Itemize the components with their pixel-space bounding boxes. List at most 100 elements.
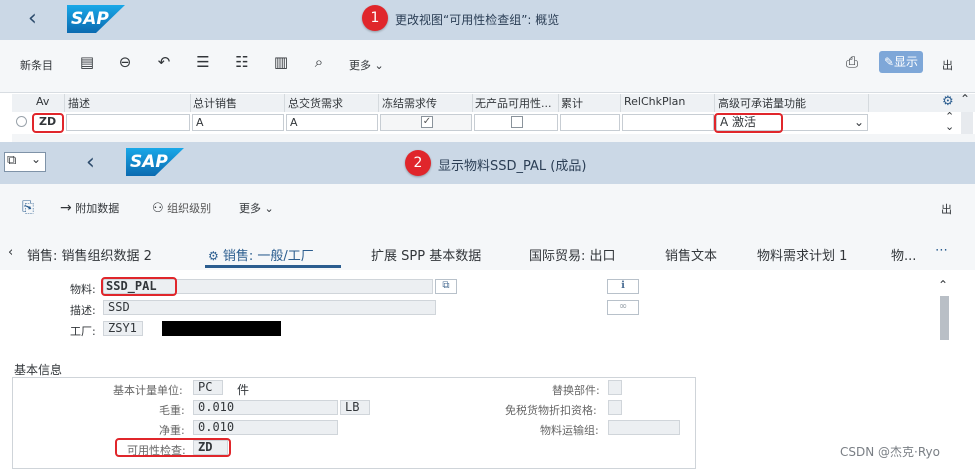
gross-weight-label: 毛重: [159,404,185,417]
more-menu-button[interactable]: 更多 ⌄ [239,200,274,216]
col-total-sales[interactable]: 总计销售 [193,95,237,111]
net-weight-field: 0.010 [193,420,338,435]
base-uom-label: 基本计量单位: [113,384,183,397]
additional-data-button[interactable]: → 附加数据 [60,200,119,216]
tab-sales-text[interactable]: 销售文本 [665,245,717,264]
highlight-aatp [714,113,783,133]
net-weight-label: 净重: [159,424,185,437]
org-levels-button[interactable]: ⚇ 组织级别 [152,200,211,216]
col-av[interactable]: Av [36,95,49,108]
vertical-scrollbar[interactable] [961,112,973,134]
col-relchkplan[interactable]: RelChkPlan [624,95,685,108]
desc-cell[interactable] [66,114,190,131]
col-cumulative[interactable]: 累计 [561,95,583,111]
copy-icon[interactable]: ▤ [77,53,97,71]
basic-info-title: 基本信息 [14,363,63,377]
pencil-icon: ✎ [883,55,895,69]
table-header: Av 描述 总计销售 总交货需求 冻结需求传 无产品可用性... 累计 RelC… [12,92,975,113]
highlight-availability-check [115,438,231,457]
exit-button[interactable]: 出 [941,201,952,217]
step-badge-2: 2 [405,150,431,176]
total-sales-cell[interactable]: A [192,114,284,131]
freight-group-field [608,420,680,435]
select-all-icon[interactable]: ☰ [193,53,213,71]
col-aatp[interactable]: 高级可承诺量功能 [718,95,806,111]
tab-mrp-1[interactable]: 物料需求计划 1 [757,245,847,264]
highlight-av [32,113,64,133]
scroll-up-icon[interactable]: ⌃ [960,92,970,106]
glasses-icon[interactable]: ∞ [607,300,639,315]
weight-unit-field: LB [340,400,370,415]
row-selector[interactable] [16,116,27,127]
freight-group-label: 物料运输组: [540,424,599,437]
no-product-checkbox[interactable] [511,116,523,128]
scroll-down-small-icon[interactable]: ⌄ [945,120,954,133]
vertical-scrollbar-thumb[interactable] [940,296,949,340]
highlight-material [101,277,177,296]
replacement-part-label: 替换部件: [552,384,600,397]
new-entries-button[interactable]: 新条目 [20,57,53,73]
description-label: 描述: [70,304,96,317]
col-desc[interactable]: 描述 [68,95,90,111]
settings-icon[interactable]: ⚙ [942,94,954,109]
tab-strip: ‹ 销售: 销售组织数据 2 ⚙ 销售: 一般/工厂 扩展 SPP 基本数据 国… [0,234,975,271]
chevron-down-icon: ⌄ [374,59,384,72]
tax-free-checkbox [608,400,622,415]
tab-extended-spp[interactable]: 扩展 SPP 基本数据 [371,245,481,264]
col-total-delivery[interactable]: 总交货需求 [288,95,343,111]
chevron-down-icon: ⌄ [264,202,274,215]
window-menu-icon: ⧉ [7,153,17,168]
more-menu-button[interactable]: 更多 ⌄ [349,57,384,73]
tab-overflow-icon[interactable]: ⋯ [935,243,948,258]
plant-label: 工厂: [70,325,96,338]
tab-foreign-trade-export[interactable]: 国际贸易: 出口 [529,245,616,264]
chevron-down-icon: ⌄ [854,115,865,129]
base-uom-field: PC [193,380,223,395]
window1-title-bar: ‹ SAP 1 更改视图“可用性检查组”: 概览 [0,0,975,40]
tab-icon: ⚙ [208,249,219,263]
tax-free-label: 免税货物折扣资格: [505,404,597,417]
display-button[interactable]: ✎显示 [879,51,923,73]
block-req-checkbox[interactable]: ✓ [421,116,433,128]
tab-prev-icon[interactable]: ‹ [8,245,13,260]
no-product-cell [474,114,558,131]
undo-icon[interactable]: ↶ [154,53,174,71]
scroll-up-icon[interactable]: ⌃ [938,278,948,292]
arrow-right-icon: → [60,200,72,216]
copy-material-icon[interactable]: ⧉ [435,279,457,294]
base-uom-text: 件 [237,383,250,397]
command-field-dropdown[interactable]: ⧉ ⌄ [4,152,46,172]
redacted-plant-name [162,321,281,336]
relchkplan-cell[interactable] [622,114,714,131]
info-icon[interactable]: ℹ [607,279,639,294]
block-select-icon[interactable]: ▥ [271,53,291,71]
col-no-product-avail[interactable]: 无产品可用性... [475,95,552,111]
chevron-down-icon: ⌄ [31,152,42,166]
switch-view-icon[interactable]: ⎘ [18,198,38,216]
back-icon[interactable]: ‹ [86,152,95,174]
step-badge-1: 1 [362,5,388,31]
watermark: CSDN @杰克·Ryo [840,445,940,459]
col-block-req[interactable]: 冻结需求传 [382,95,437,111]
total-delivery-cell[interactable]: A [286,114,378,131]
description-field: SSD [103,300,436,315]
replacement-part-checkbox [608,380,622,395]
print-icon[interactable]: ⎙ [842,53,862,71]
tab-sales-org-2[interactable]: 销售: 销售组织数据 2 [27,245,152,264]
table-row-empty [12,134,975,142]
cumulative-cell[interactable] [560,114,620,131]
tab-more[interactable]: 物... [891,245,916,264]
table-row[interactable]: ZD A A ✓ A 激活 ⌄ ⌃ ⌄ [12,110,975,135]
back-icon[interactable]: ‹ [28,8,37,30]
exit-button[interactable]: 出 [942,57,953,73]
delete-icon[interactable]: ⊖ [115,53,135,71]
tab-sales-general-plant[interactable]: ⚙ 销售: 一般/工厂 [208,245,314,264]
active-tab-indicator [205,265,341,268]
window1-toolbar: 新条目 ▤ ⊖ ↶ ☰ ☷ ▥ ⌕ 更多 ⌄ ⎙ ✎显示 出 [0,40,975,93]
window2-title: 显示物料SSD_PAL (成品) [438,159,587,174]
material-label: 物料: [70,283,96,296]
material-detail-content: 物料: SSD_PAL ⧉ ℹ 描述: SSD ∞ 工厂: ZSY1 基本信息 … [0,270,975,469]
deselect-icon[interactable]: ☷ [232,53,252,71]
sap-logo: SAP [126,148,184,176]
doc-search-icon[interactable]: ⌕ [309,53,329,71]
